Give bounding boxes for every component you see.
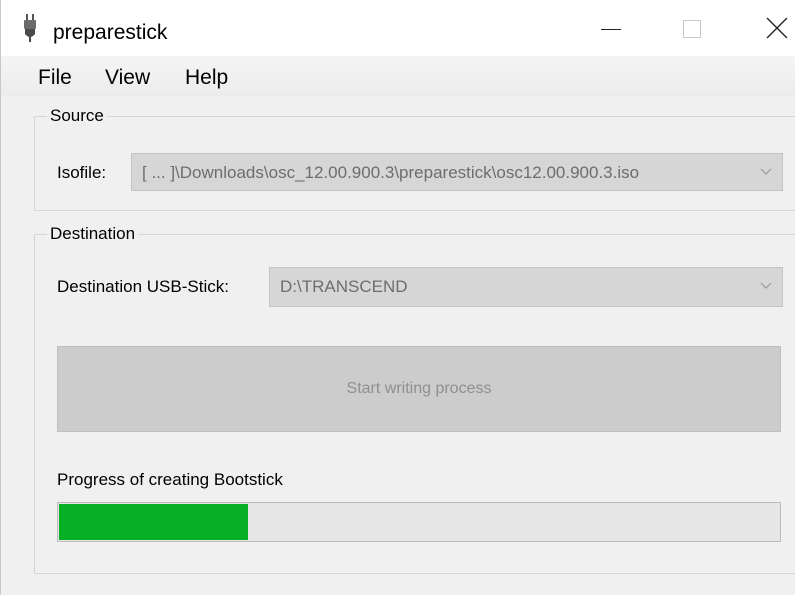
menu-help[interactable]: Help	[185, 66, 228, 90]
chevron-down-icon	[760, 168, 772, 175]
window-title: preparestick	[53, 21, 168, 44]
isofile-value: [ ... ]\Downloads\osc_12.00.900.3\prepar…	[142, 163, 640, 182]
destination-usb-select[interactable]: D:\TRANSCEND	[269, 267, 783, 307]
progress-bar-fill	[59, 504, 249, 540]
progress-bar	[57, 502, 781, 542]
close-button[interactable]	[749, 8, 795, 48]
title-bar[interactable]: preparestick	[1, 0, 795, 56]
menu-view[interactable]: View	[105, 66, 150, 90]
preparestick-window: preparestick File View Help Source Isofi…	[0, 0, 795, 595]
menu-bar: File View Help	[1, 56, 795, 96]
chevron-down-icon	[760, 282, 772, 289]
destination-group-label: Destination	[47, 224, 139, 244]
minimize-button[interactable]	[589, 8, 635, 48]
isofile-select[interactable]: [ ... ]\Downloads\osc_12.00.900.3\prepar…	[131, 153, 783, 191]
isofile-label: Isofile:	[57, 163, 107, 182]
close-icon	[766, 17, 788, 39]
menu-file[interactable]: File	[38, 66, 72, 90]
progress-label: Progress of creating Bootstick	[57, 470, 283, 489]
destination-usb-label: Destination USB-Stick:	[57, 277, 229, 296]
usb-plug-icon	[23, 14, 37, 42]
destination-usb-value: D:\TRANSCEND	[280, 277, 408, 296]
maximize-button[interactable]	[669, 8, 715, 48]
start-writing-button[interactable]: Start writing process	[57, 346, 781, 432]
source-group-label: Source	[47, 106, 107, 126]
